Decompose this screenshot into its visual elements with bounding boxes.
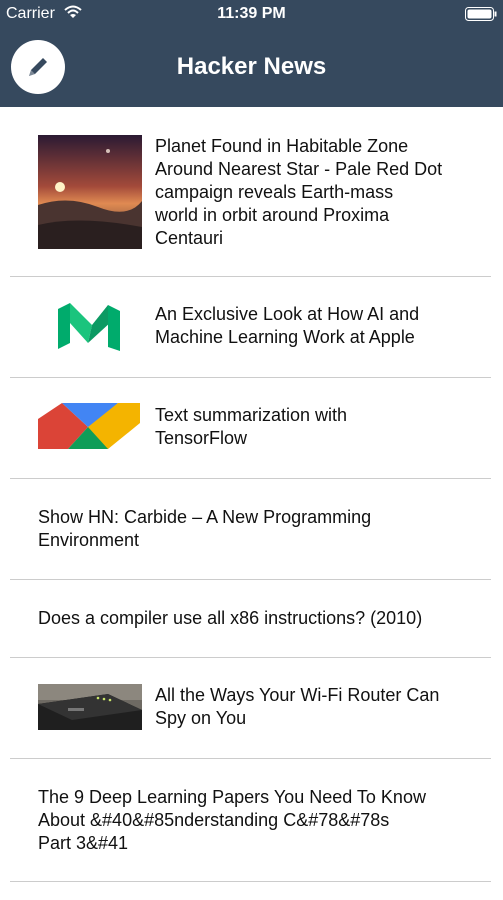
story-title: An Exclusive Look at How AI and Machine … [155,304,420,347]
story-item[interactable]: An Exclusive Look at How AI and Machine … [0,277,503,377]
story-title: The 9 Deep Learning Papers You Need To K… [38,787,426,853]
story-item[interactable]: Text summarization with TensorFlow [0,378,503,478]
story-item[interactable]: Planet Found in Habitable Zone Around Ne… [0,107,503,276]
story-item[interactable]: Show HN: Carbide – A New Programming Env… [0,479,503,579]
google-logo-image [38,403,140,449]
story-title: All the Ways Your Wi-Fi Router Can Spy o… [155,685,440,728]
story-item[interactable]: All the Ways Your Wi-Fi Router Can Spy o… [0,658,503,758]
proxima-planet-image [38,135,142,249]
battery-icon [465,7,497,21]
story-title: Does a compiler use all x86 instructions… [38,608,423,628]
story-item[interactable]: Does a compiler use all x86 instructions… [0,580,503,657]
page-title: Hacker News [176,53,327,80]
story-item[interactable]: The 9 Deep Learning Papers You Need To K… [0,759,503,881]
story-title: Text summarization with TensorFlow [155,405,348,448]
status-time: 11:39 PM [217,5,286,22]
story-title: Planet Found in Habitable Zone Around Ne… [155,136,443,248]
wifi-router-image [38,684,142,730]
status-bar: Carrier 11:39 PM [0,0,503,30]
story-title: Show HN: Carbide – A New Programming Env… [38,507,372,550]
medium-logo [58,303,120,351]
nav-header: Carrier 11:39 PM Hacker News [0,0,503,107]
divider [10,881,491,882]
